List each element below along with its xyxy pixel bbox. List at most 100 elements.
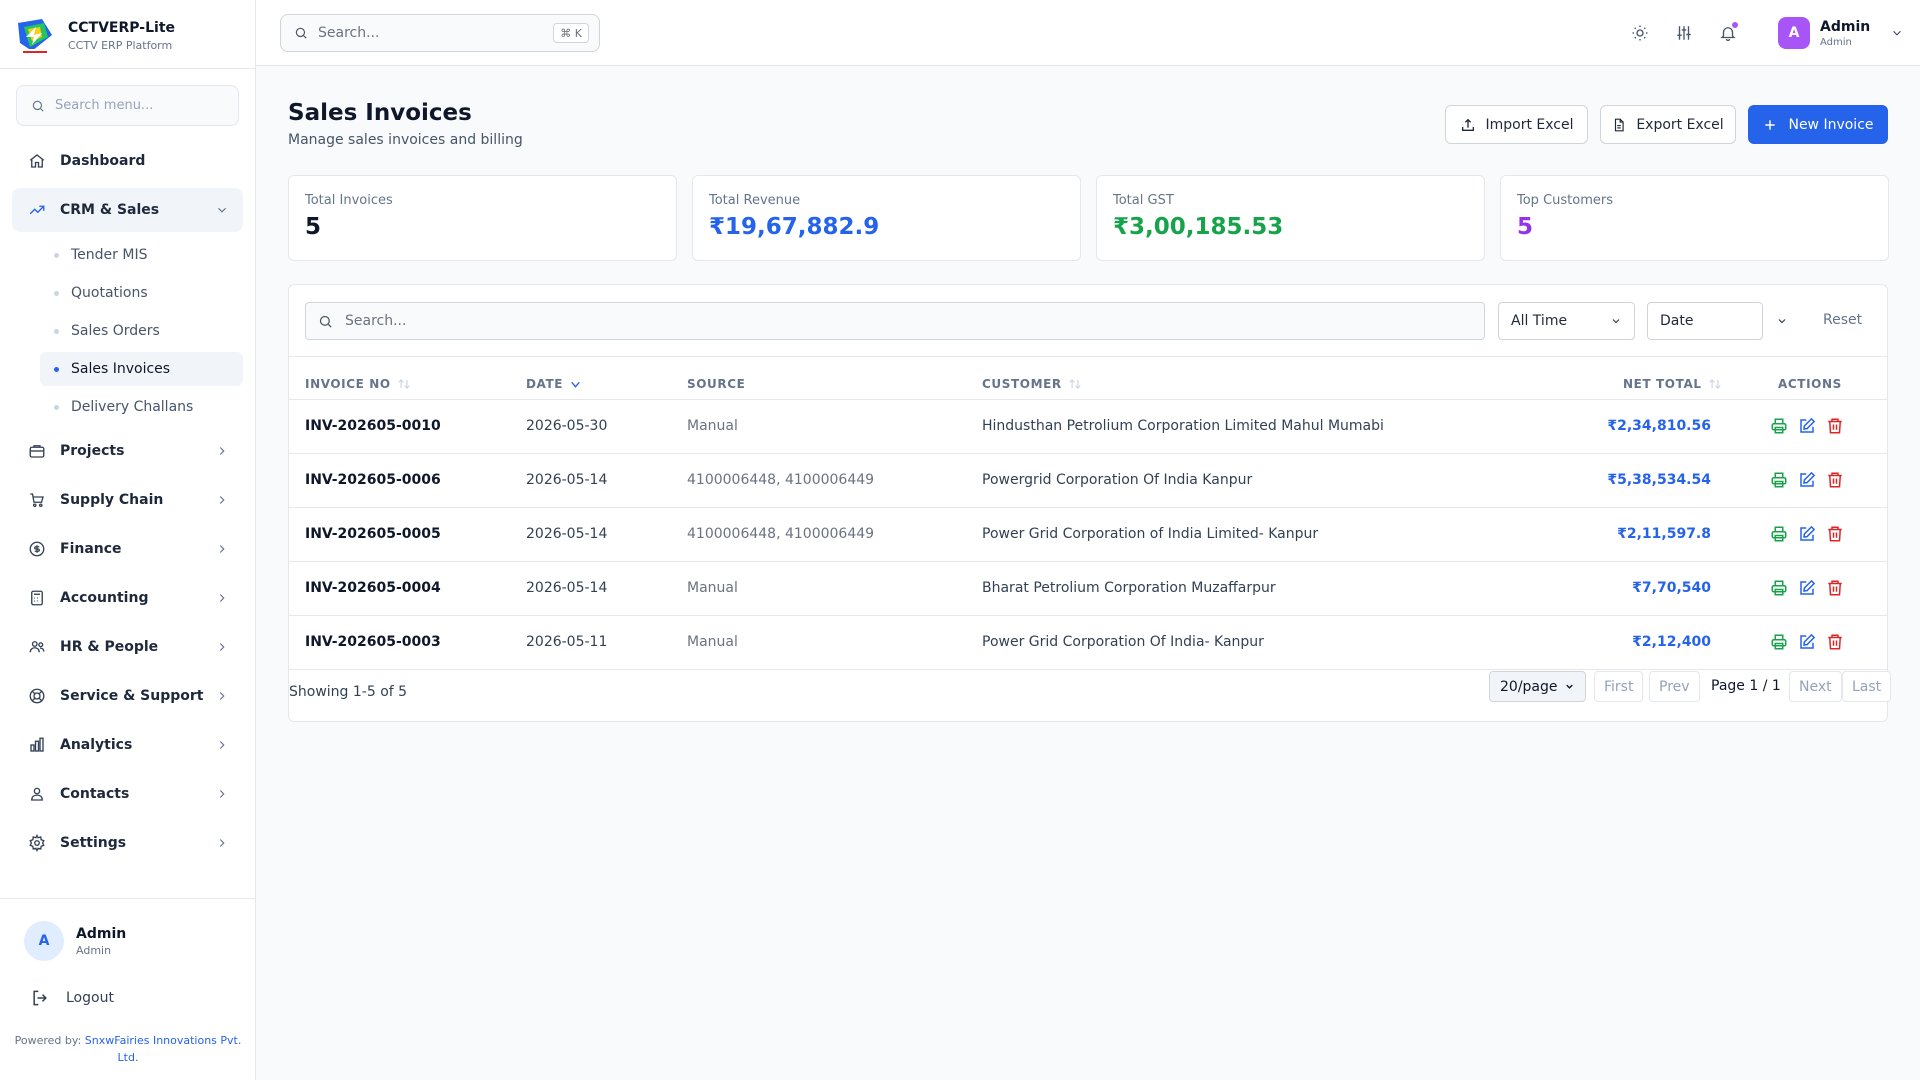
bullet-dot (54, 366, 59, 372)
menu-search[interactable] (16, 85, 239, 126)
first-page-button[interactable]: First (1594, 671, 1644, 702)
chevron-down-icon (1893, 30, 1902, 36)
period-select[interactable]: All Time (1498, 302, 1635, 340)
sort-icon (1708, 379, 1721, 389)
edit-button[interactable] (1797, 632, 1817, 652)
edit-button[interactable] (1797, 578, 1817, 598)
calculator-icon (31, 590, 43, 606)
global-search[interactable]: ⌘ K (280, 14, 600, 52)
delete-button[interactable] (1825, 632, 1845, 652)
sidebar-item-contacts[interactable]: Contacts (12, 772, 243, 816)
filters-button[interactable] (1672, 21, 1696, 45)
briefcase-icon (29, 445, 45, 458)
column-header-source: SOURCE (687, 377, 745, 391)
column-header-date[interactable]: DATE (526, 377, 582, 391)
sidebar-item-accounting[interactable]: Accounting (12, 576, 243, 620)
last-page-button[interactable]: Last (1842, 671, 1892, 702)
stat-value: ₹3,00,185.53 (1113, 214, 1284, 240)
divider (0, 898, 255, 899)
column-header-net-total[interactable]: NET TOTAL (1623, 377, 1722, 391)
print-button[interactable] (1769, 632, 1789, 652)
user-menu[interactable]: A Admin Admin (1778, 17, 1904, 49)
edit-button[interactable] (1797, 416, 1817, 436)
delete-button[interactable] (1825, 416, 1845, 436)
print-button[interactable] (1769, 470, 1789, 490)
stat-card-total-invoices: Total Invoices 5 (288, 175, 677, 261)
table-row[interactable]: INV-202605-0006 2026-05-14 4100006448, 4… (289, 453, 1887, 507)
sidebar-user-card[interactable]: A Admin Admin (24, 921, 126, 961)
sidebar-item-analytics[interactable]: Analytics (12, 723, 243, 767)
column-header-invoice-no[interactable]: INVOICE NO (305, 377, 411, 391)
edit-button[interactable] (1797, 470, 1817, 490)
users-icon (29, 641, 45, 653)
trash-icon (1828, 634, 1842, 650)
bullet-dot (54, 252, 59, 258)
logout-button[interactable]: Logout (30, 988, 114, 1008)
menu-search-input[interactable] (55, 98, 225, 113)
invoice-no-cell[interactable]: INV-202605-0006 (305, 472, 441, 488)
import-excel-button[interactable]: Import Excel (1445, 105, 1588, 144)
edit-button[interactable] (1797, 524, 1817, 544)
invoice-no-cell[interactable]: INV-202605-0004 (305, 580, 441, 596)
chevron-down-icon[interactable] (1776, 315, 1788, 327)
sidebar: CCTVERP-Lite CCTV ERP Platform Dashboard… (0, 0, 256, 1080)
sidebar-subitem-delivery-challans[interactable]: Delivery Challans (40, 390, 243, 424)
print-button[interactable] (1769, 416, 1789, 436)
export-excel-button[interactable]: Export Excel (1600, 105, 1736, 144)
table-row[interactable]: INV-202605-0005 2026-05-14 4100006448, 4… (289, 507, 1887, 561)
stat-label: Total Revenue (709, 193, 801, 208)
table-row[interactable]: INV-202605-0004 2026-05-14 Manual Bharat… (289, 561, 1887, 615)
notifications-button[interactable] (1716, 21, 1740, 45)
sidebar-item-service-support[interactable]: Service & Support (12, 674, 243, 718)
next-page-button[interactable]: Next (1789, 671, 1842, 702)
per-page-select[interactable]: 20/page (1489, 671, 1586, 702)
chevron-right-icon (219, 643, 225, 651)
table-search[interactable] (305, 302, 1485, 340)
sidebar-item-hr-people[interactable]: HR & People (12, 625, 243, 669)
table-row[interactable]: INV-202605-0010 2026-05-30 Manual Hindus… (289, 399, 1887, 453)
brand[interactable]: CCTVERP-Lite CCTV ERP Platform (14, 14, 175, 58)
printer-icon (1771, 418, 1787, 434)
sidebar-subitem-quotations[interactable]: Quotations (40, 276, 243, 310)
invoice-no-cell[interactable]: INV-202605-0003 (305, 634, 441, 650)
export-excel-label: Export Excel (1636, 116, 1724, 133)
sidebar-subitem-tender-mis[interactable]: Tender MIS (40, 238, 243, 272)
column-header-customer[interactable]: CUSTOMER (982, 377, 1082, 391)
sidebar-item-finance[interactable]: Finance (12, 527, 243, 571)
table-row[interactable]: INV-202605-0003 2026-05-11 Manual Power … (289, 615, 1887, 669)
sidebar-item-label: Contacts (60, 786, 130, 802)
invoice-no-cell[interactable]: INV-202605-0010 (305, 418, 441, 434)
sidebar-subitem-sales-orders[interactable]: Sales Orders (40, 314, 243, 348)
file-icon (1615, 118, 1624, 131)
user-name: Admin (1820, 18, 1871, 35)
sidebar-item-projects[interactable]: Projects (12, 429, 243, 473)
print-button[interactable] (1769, 524, 1789, 544)
sidebar-subitem-sales-invoices[interactable]: Sales Invoices (40, 352, 243, 386)
table-search-input[interactable] (345, 313, 1445, 329)
delete-button[interactable] (1825, 578, 1845, 598)
sidebar-item-crm-sales[interactable]: CRM & Sales (12, 188, 243, 232)
trending-up-icon (29, 205, 45, 215)
prev-page-button[interactable]: Prev (1649, 671, 1700, 702)
sidebar-item-label: Service & Support (60, 688, 204, 704)
reset-button[interactable]: Reset (1823, 312, 1862, 328)
theme-toggle-button[interactable] (1628, 21, 1652, 45)
print-button[interactable] (1769, 578, 1789, 598)
new-invoice-button[interactable]: New Invoice (1748, 105, 1888, 144)
delete-button[interactable] (1825, 524, 1845, 544)
global-search-input[interactable] (318, 25, 538, 41)
stat-value: ₹19,67,882.9 (709, 214, 880, 240)
sidebar-item-settings[interactable]: Settings (12, 821, 243, 865)
date-cell: 2026-05-14 (526, 526, 608, 542)
invoice-no-cell[interactable]: INV-202605-0005 (305, 526, 441, 542)
chevron-right-icon (219, 839, 225, 847)
shortcut-hint: ⌘ K (553, 23, 589, 43)
stat-label: Total GST (1113, 193, 1174, 208)
source-cell: 4100006448, 4100006449 (687, 526, 875, 542)
delete-button[interactable] (1825, 470, 1845, 490)
sort-by-select[interactable]: Date (1647, 302, 1763, 340)
sidebar-item-supply-chain[interactable]: Supply Chain (12, 478, 243, 522)
powered-link[interactable]: SnxwFairies Innovations Pvt. Ltd. (85, 1034, 242, 1064)
customer-cell: Power Grid Corporation of India Limited-… (982, 526, 1319, 542)
sidebar-item-dashboard[interactable]: Dashboard (12, 139, 243, 183)
